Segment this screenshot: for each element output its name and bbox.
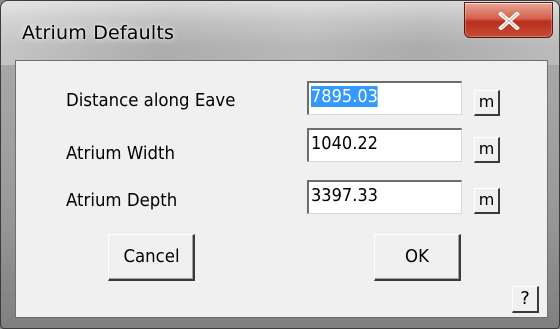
dialog-window: Atrium Defaults Distance along Eave 7895…: [0, 0, 560, 329]
atrium-depth-unit-button[interactable]: m: [474, 188, 500, 214]
cancel-button[interactable]: Cancel: [108, 234, 195, 281]
close-x-icon: [498, 12, 520, 30]
ok-button-label: OK: [405, 246, 429, 267]
distance-along-eave-label: Distance along Eave: [66, 90, 236, 111]
cancel-button-label: Cancel: [122, 246, 180, 267]
atrium-width-label: Atrium Width: [66, 143, 175, 164]
atrium-depth-label: Atrium Depth: [66, 190, 178, 211]
ok-button[interactable]: OK: [374, 234, 461, 281]
atrium-width-value: 1040.22: [311, 133, 378, 154]
distance-along-eave-input[interactable]: 7895.03: [307, 81, 462, 115]
distance-along-eave-value: 7895.03: [311, 86, 378, 107]
help-button[interactable]: ?: [512, 286, 539, 313]
atrium-depth-value: 3397.33: [311, 185, 378, 206]
close-button[interactable]: [464, 2, 553, 38]
distance-along-eave-unit-button[interactable]: m: [474, 90, 500, 116]
atrium-width-input[interactable]: 1040.22: [307, 128, 462, 162]
window-title: Atrium Defaults: [22, 22, 175, 44]
atrium-width-unit-button[interactable]: m: [474, 137, 500, 163]
atrium-depth-input[interactable]: 3397.33: [307, 180, 462, 214]
dialog-body: Distance along Eave 7895.03 m Atrium Wid…: [15, 60, 548, 318]
